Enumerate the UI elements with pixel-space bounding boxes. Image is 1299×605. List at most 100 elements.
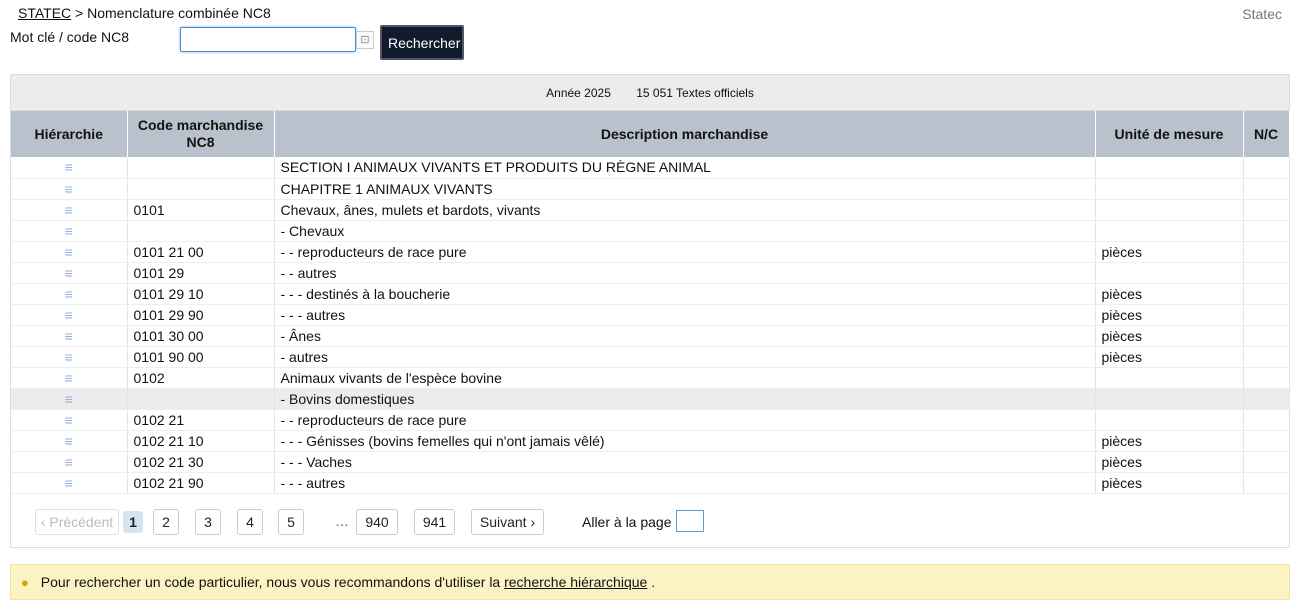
hierarchy-tree-icon[interactable]: ≡ <box>11 178 128 200</box>
unit-cell <box>1095 157 1244 179</box>
notice-text: Pour rechercher un code particulier, nou… <box>40 574 501 590</box>
description-cell: - Chevaux <box>274 220 1096 242</box>
description-cell: Animaux vivants de l'espèce bovine <box>274 367 1096 389</box>
unit-cell: pièces <box>1095 451 1244 473</box>
code-cell: 0101 21 00 <box>127 241 275 263</box>
table-row[interactable]: ≡ SECTION I ANIMAUX VIVANTS ET PRODUITS D… <box>11 157 1290 179</box>
unit-cell: pièces <box>1095 325 1244 347</box>
hierarchy-tree-icon[interactable]: ≡ <box>11 388 128 410</box>
table-row[interactable]: ≡ CHAPITRE 1 ANIMAUX VIVANTS <box>11 178 1290 200</box>
code-cell <box>127 220 275 242</box>
nc-cell <box>1243 346 1290 368</box>
breadcrumb-home-link[interactable]: STATEC <box>18 5 71 21</box>
description-cell: - - reproducteurs de race pure <box>274 241 1096 263</box>
hierarchy-tree-icon[interactable]: ≡ <box>11 367 128 389</box>
description-cell: - - reproducteurs de race pure <box>274 409 1096 431</box>
hierarchy-tree-icon[interactable]: ≡ <box>11 283 128 305</box>
code-cell: 0101 29 90 <box>127 304 275 326</box>
results-summary: Année 2025 15 051 Textes officiels <box>11 75 1289 111</box>
hierarchy-tree-icon[interactable]: ≡ <box>11 325 128 347</box>
pagination-ellipsis: … <box>335 513 349 529</box>
description-cell: SECTION I ANIMAUX VIVANTS ET PRODUITS DU… <box>274 157 1096 179</box>
breadcrumb-separator: > <box>75 5 84 21</box>
description-cell: - Ânes <box>274 325 1096 347</box>
nomenclature-table: Hiérarchie Code marchandise NC8 Descript… <box>11 111 1290 494</box>
description-cell: - - - destinés à la boucherie <box>274 283 1096 305</box>
year-label: Année 2025 <box>546 86 611 100</box>
table-row[interactable]: ≡ 0101 29 90- - - autres pièces <box>11 304 1290 326</box>
hierarchy-tree-icon[interactable]: ≡ <box>11 472 128 494</box>
nc-cell <box>1243 430 1290 452</box>
unit-cell: pièces <box>1095 304 1244 326</box>
nc-cell <box>1243 283 1290 305</box>
header-description: Description marchandise <box>274 111 1096 157</box>
code-cell: 0102 21 10 <box>127 430 275 452</box>
hierarchy-tree-icon[interactable]: ≡ <box>11 304 128 326</box>
unit-cell <box>1095 262 1244 284</box>
search-button[interactable]: Rechercher <box>380 25 464 60</box>
goto-page-label: Aller à la page <box>582 514 672 530</box>
nc-cell <box>1243 451 1290 473</box>
nc-cell <box>1243 199 1290 221</box>
code-cell <box>127 178 275 200</box>
table-row[interactable]: ≡ 0101 29 10- - - destinés à la boucherie… <box>11 283 1290 305</box>
hierarchy-tree-icon[interactable]: ≡ <box>11 241 128 263</box>
hierarchy-tree-icon[interactable]: ≡ <box>11 220 128 242</box>
table-row[interactable]: ≡ 0102 21- - reproducteurs de race pure <box>11 409 1290 431</box>
hierarchy-tree-icon[interactable]: ≡ <box>11 430 128 452</box>
page-940-button[interactable]: 940 <box>356 509 398 535</box>
code-cell: 0101 29 10 <box>127 283 275 305</box>
code-cell: 0102 21 <box>127 409 275 431</box>
unit-cell <box>1095 409 1244 431</box>
nc-cell <box>1243 367 1290 389</box>
page-2-button[interactable]: 2 <box>153 509 179 535</box>
table-row[interactable]: ≡ 0101 29- - autres <box>11 262 1290 284</box>
table-row[interactable]: ≡ 0101 Chevaux, ânes, mulets et bardots, v… <box>11 199 1290 221</box>
page-5-button[interactable]: 5 <box>278 509 304 535</box>
table-row[interactable]: ≡ 0101 90 00- autres pièces <box>11 346 1290 368</box>
search-input[interactable] <box>180 27 356 52</box>
nc-cell <box>1243 304 1290 326</box>
count-label: 15 051 Textes officiels <box>636 86 754 100</box>
code-cell: 0101 90 00 <box>127 346 275 368</box>
table-row[interactable]: ≡ - Bovins domestiques <box>11 388 1290 410</box>
nc-cell <box>1243 178 1290 200</box>
description-cell: - autres <box>274 346 1096 368</box>
page-3-button[interactable]: 3 <box>195 509 221 535</box>
results-panel: Année 2025 15 051 Textes officiels Hiéra… <box>10 74 1290 548</box>
code-cell <box>127 157 275 179</box>
hierarchy-tree-icon[interactable]: ≡ <box>11 346 128 368</box>
lightbulb-icon: ● <box>21 575 29 590</box>
table-header-row: Hiérarchie Code marchandise NC8 Descript… <box>11 111 1290 157</box>
table-row[interactable]: ≡ - Chevaux <box>11 220 1290 242</box>
unit-cell <box>1095 178 1244 200</box>
hierarchical-search-link[interactable]: recherche hiérarchique <box>504 574 647 590</box>
prev-page-button: ‹ Précédent <box>35 509 119 535</box>
table-row[interactable]: ≡ 0101 21 00- - reproducteurs de race pur… <box>11 241 1290 263</box>
hierarchy-tree-icon[interactable]: ≡ <box>11 262 128 284</box>
header-code: Code marchandise NC8 <box>127 111 275 157</box>
hierarchy-tree-icon[interactable]: ≡ <box>11 409 128 431</box>
unit-cell: pièces <box>1095 472 1244 494</box>
clear-input-icon[interactable]: ⊡ <box>356 31 374 49</box>
table-row[interactable]: ≡ 0101 30 00- Ânes pièces <box>11 325 1290 347</box>
hierarchy-tree-icon[interactable]: ≡ <box>11 451 128 473</box>
table-row[interactable]: ≡ 0102 Animaux vivants de l'espèce bovine <box>11 367 1290 389</box>
notice-end: . <box>651 574 656 590</box>
nc-cell <box>1243 241 1290 263</box>
hierarchy-tree-icon[interactable]: ≡ <box>11 157 128 179</box>
hierarchy-tree-icon[interactable]: ≡ <box>11 199 128 221</box>
description-cell: - Bovins domestiques <box>274 388 1096 410</box>
unit-cell: pièces <box>1095 346 1244 368</box>
breadcrumb-current: Nomenclature combinée NC8 <box>87 5 271 21</box>
table-row[interactable]: ≡ 0102 21 30- - - Vaches pièces <box>11 451 1290 473</box>
table-row[interactable]: ≡ 0102 21 90- - - autres pièces <box>11 472 1290 494</box>
goto-page-input[interactable] <box>676 510 704 532</box>
page-4-button[interactable]: 4 <box>237 509 263 535</box>
next-page-button[interactable]: Suivant › <box>471 509 544 535</box>
code-cell: 0101 29 <box>127 262 275 284</box>
table-row[interactable]: ≡ 0102 21 10- - - Génisses (bovins femell… <box>11 430 1290 452</box>
nc-cell <box>1243 325 1290 347</box>
page-1-button[interactable]: 1 <box>123 511 143 533</box>
page-941-button[interactable]: 941 <box>414 509 455 535</box>
